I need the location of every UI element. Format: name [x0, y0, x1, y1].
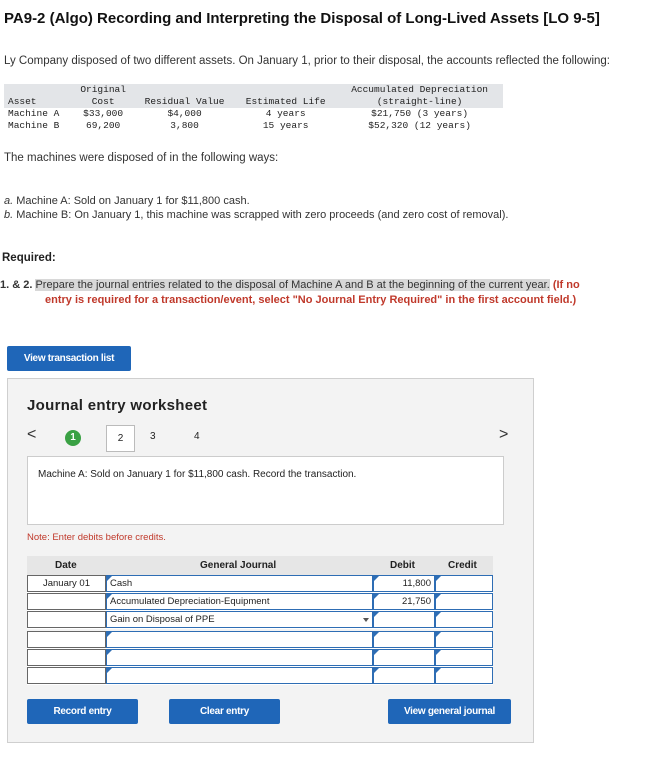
date-cell: [27, 649, 106, 666]
record-entry-button[interactable]: Record entry: [27, 699, 138, 724]
step-3[interactable]: 3: [150, 431, 156, 442]
disposal-intro: The machines were disposed of in the fol…: [4, 152, 279, 164]
view-general-journal-button[interactable]: View general journal: [388, 699, 511, 724]
header-original-cost: Original Cost: [72, 84, 134, 108]
date-cell: January 01: [27, 575, 106, 592]
cell-asset: Machine B: [8, 120, 60, 131]
cell-life: 4 years: [265, 108, 306, 119]
date-cell: [27, 631, 106, 648]
debit-field[interactable]: [373, 649, 435, 666]
cell-residual: $4,000: [167, 108, 202, 119]
required-label: Required:: [2, 252, 56, 264]
view-transaction-list-button[interactable]: View transaction list: [7, 346, 131, 371]
debits-note: Note: Enter debits before credits.: [27, 532, 166, 543]
debit-field[interactable]: 21,750: [373, 593, 435, 610]
header-estimated-life: Estimated Life: [235, 84, 337, 108]
date-cell: [27, 611, 106, 628]
worksheet-title: Journal entry worksheet: [27, 397, 208, 414]
header-asset: Asset: [4, 84, 73, 108]
step-1-complete[interactable]: 1: [65, 430, 81, 446]
account-field[interactable]: [106, 667, 373, 684]
account-select[interactable]: Gain on Disposal of PPE: [106, 611, 373, 628]
asset-data-table: Asset Original Cost Residual Value Estima…: [4, 84, 503, 132]
header-date: Date: [55, 560, 77, 571]
credit-field[interactable]: [435, 631, 493, 648]
journal-row: [27, 631, 493, 649]
next-arrow-icon[interactable]: >: [499, 426, 508, 444]
credit-field[interactable]: [435, 575, 493, 592]
journal-row: [27, 649, 493, 667]
transaction-description: Machine A: Sold on January 1 for $11,800…: [38, 469, 357, 480]
account-field[interactable]: Accumulated Depreciation-Equipment: [106, 593, 373, 610]
journal-row: January 01 Cash 11,800: [27, 575, 493, 593]
header-accumulated-depreciation: Accumulated Depreciation (straight-line): [336, 84, 503, 108]
cell-accum: $21,750 (3 years): [371, 108, 469, 119]
credit-field[interactable]: [435, 667, 493, 684]
debit-field[interactable]: [373, 667, 435, 684]
page-title: PA9-2 (Algo) Recording and Interpreting …: [4, 10, 600, 27]
debit-field[interactable]: 11,800: [373, 575, 435, 592]
table-row: Machine B 69,200 3,800 15 years $52,320 …: [4, 120, 503, 132]
prev-arrow-icon[interactable]: <: [27, 426, 36, 444]
header-debit: Debit: [390, 560, 415, 571]
asset-table-header-row: Asset Original Cost Residual Value Estima…: [4, 84, 503, 108]
debit-field[interactable]: [373, 631, 435, 648]
dropdown-arrow-icon[interactable]: [363, 618, 369, 622]
credit-field[interactable]: [435, 649, 493, 666]
header-residual-value: Residual Value: [134, 84, 236, 108]
instruction-line-2: entry is required for a transaction/even…: [45, 294, 577, 306]
cell-residual: 3,800: [170, 120, 199, 131]
account-field[interactable]: Cash: [106, 575, 373, 592]
cell-life: 15 years: [262, 120, 309, 131]
table-row: Machine A $33,000 $4,000 4 years $21,750…: [4, 108, 503, 120]
journal-row: [27, 667, 493, 685]
item-b: b. Machine B: On January 1, this machine…: [4, 209, 509, 221]
credit-field[interactable]: [435, 611, 493, 628]
header-credit: Credit: [448, 560, 477, 571]
header-general-journal: General Journal: [200, 560, 277, 571]
item-a: a. Machine A: Sold on January 1 for $11,…: [4, 195, 250, 207]
date-cell: [27, 593, 106, 610]
cell-cost: $33,000: [83, 108, 124, 119]
instruction-line-1: 1. & 2. Prepare the journal entries rela…: [0, 279, 580, 291]
account-field[interactable]: [106, 649, 373, 666]
cell-asset: Machine A: [8, 108, 60, 119]
clear-entry-button[interactable]: Clear entry: [169, 699, 280, 724]
journal-row: Accumulated Depreciation-Equipment 21,75…: [27, 593, 493, 611]
date-cell: [27, 667, 106, 684]
step-2-current[interactable]: 2: [106, 425, 135, 452]
cell-accum: $52,320 (12 years): [368, 120, 471, 131]
account-field[interactable]: [106, 631, 373, 648]
journal-row: Gain on Disposal of PPE: [27, 611, 493, 629]
cell-cost: 69,200: [86, 120, 121, 131]
journal-header-row: Date General Journal Debit Credit: [27, 556, 493, 575]
credit-field[interactable]: [435, 593, 493, 610]
debit-field[interactable]: [373, 611, 435, 628]
transaction-description-box: [27, 456, 504, 525]
step-4[interactable]: 4: [194, 431, 200, 442]
intro-text: Ly Company disposed of two different ass…: [4, 55, 610, 67]
